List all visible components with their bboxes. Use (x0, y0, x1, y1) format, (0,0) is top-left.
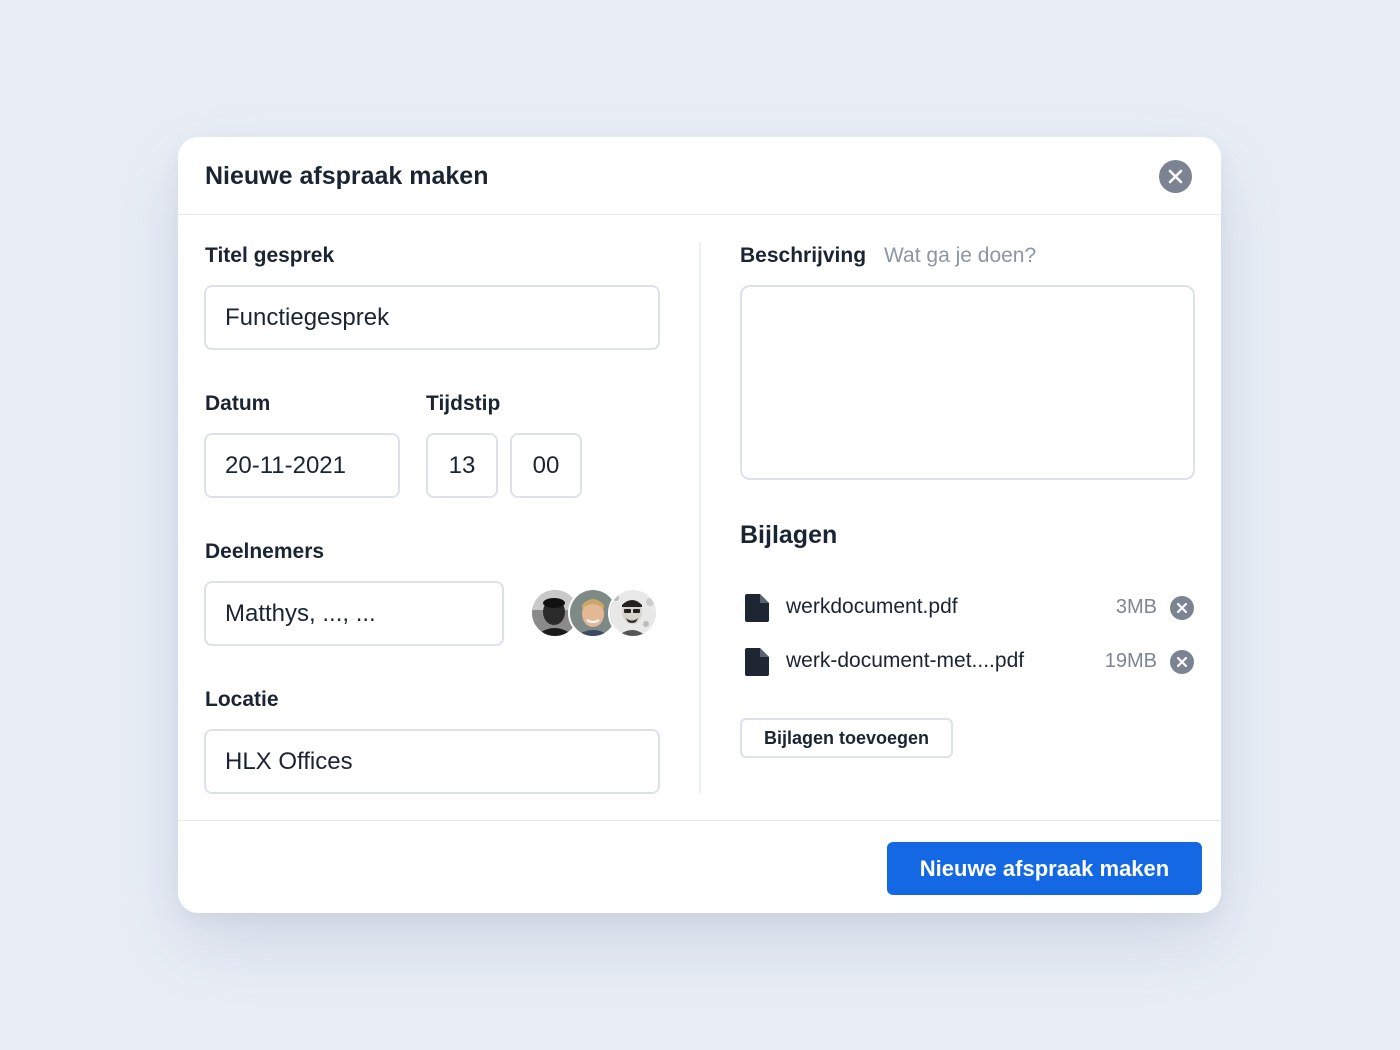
description-placeholder: Wat ga je doen? (884, 244, 1037, 267)
avatar (608, 588, 658, 638)
date-input[interactable]: 20-11-2021 (204, 433, 400, 498)
attachments-title: Bijlagen (740, 521, 838, 549)
file-icon (745, 594, 769, 622)
attachment-size: 19MB (1104, 650, 1157, 672)
time-label: Tijdstip (426, 392, 501, 415)
file-icon (745, 648, 769, 676)
dialog-header: Nieuwe afspraak maken (178, 137, 1221, 215)
remove-attachment-button[interactable] (1170, 596, 1194, 620)
close-icon (1168, 169, 1183, 184)
participants-input[interactable]: Matthys, ..., ... (204, 581, 504, 646)
location-input[interactable]: HLX Offices (204, 729, 660, 794)
participant-avatars (530, 588, 660, 638)
date-label: Datum (205, 392, 271, 415)
location-label: Locatie (205, 688, 279, 711)
create-appointment-button[interactable]: Nieuwe afspraak maken (887, 842, 1202, 895)
description-label: Beschrijving (740, 244, 867, 267)
attachment-item: werkdocument.pdf 3MB (740, 592, 1196, 624)
new-appointment-dialog: Nieuwe afspraak maken Titel gesprek Func… (178, 137, 1221, 913)
remove-attachment-button[interactable] (1170, 650, 1194, 674)
time-hour-input[interactable]: 13 (426, 433, 498, 498)
time-minute-input[interactable]: 00 (510, 433, 582, 498)
participants-label: Deelnemers (205, 540, 325, 563)
attachment-item: werk-document-met....pdf 19MB (740, 646, 1196, 678)
add-attachments-button[interactable]: Bijlagen toevoegen (740, 718, 953, 758)
close-icon (1177, 603, 1187, 613)
attachment-name[interactable]: werk-document-met....pdf (786, 649, 1024, 673)
title-input[interactable]: Functiegesprek (204, 285, 660, 350)
close-icon (1177, 657, 1187, 667)
close-button[interactable] (1159, 160, 1192, 193)
column-divider (699, 242, 701, 794)
attachment-size: 3MB (1115, 596, 1157, 618)
dialog-title: Nieuwe afspraak maken (205, 162, 489, 190)
description-textarea[interactable] (740, 285, 1195, 480)
dialog-footer: Nieuwe afspraak maken (178, 820, 1221, 913)
title-label: Titel gesprek (205, 244, 335, 267)
attachment-name[interactable]: werkdocument.pdf (786, 595, 958, 619)
